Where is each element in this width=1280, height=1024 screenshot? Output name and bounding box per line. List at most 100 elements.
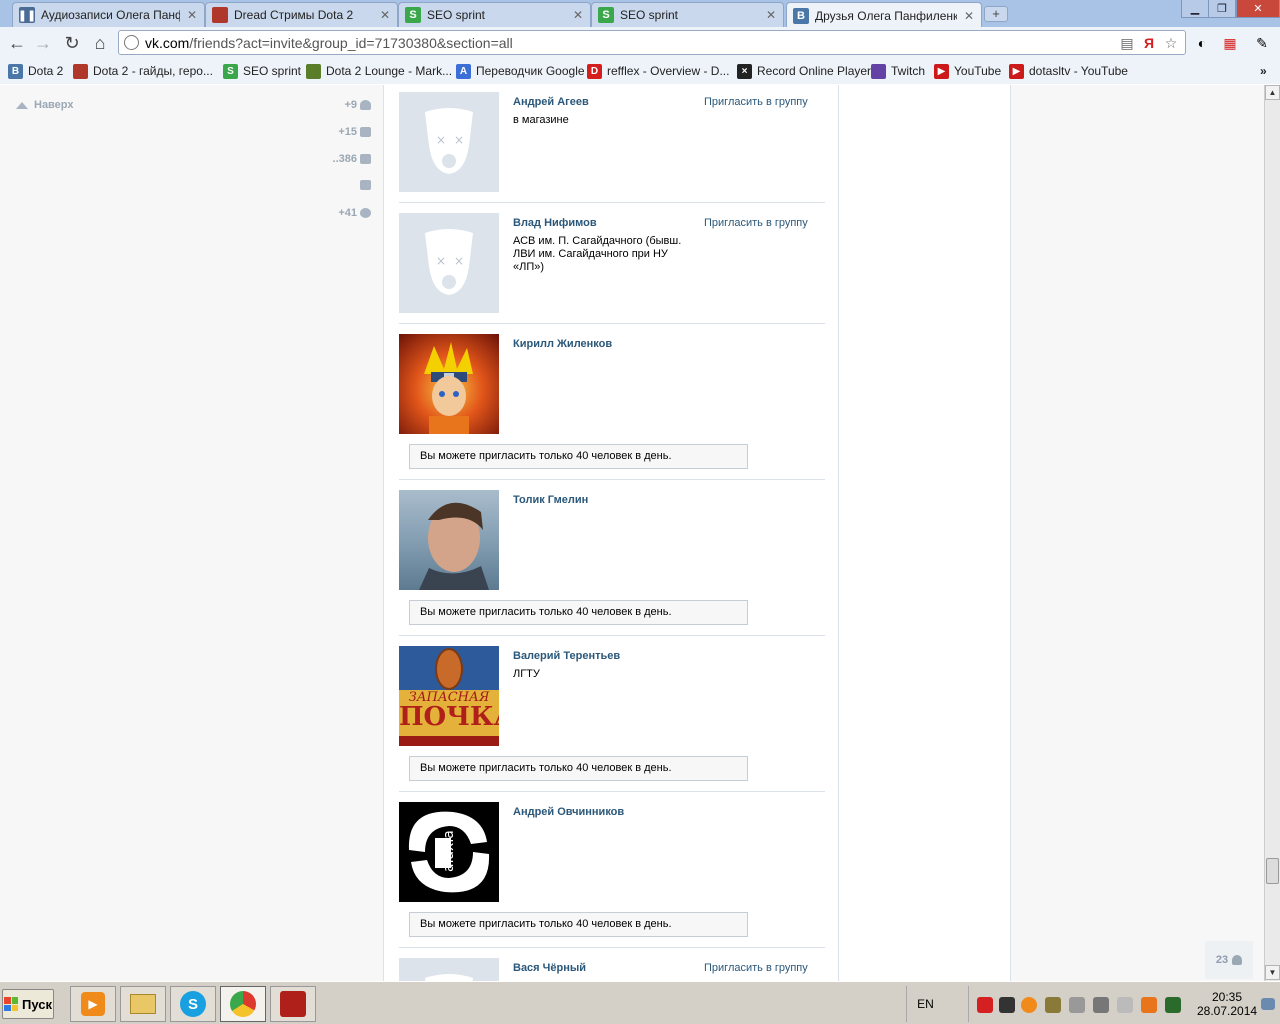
- invite-to-group-link[interactable]: Пригласить в группу: [704, 96, 808, 108]
- minimize-button[interactable]: ▁: [1181, 0, 1209, 18]
- flag-icon[interactable]: [1117, 997, 1133, 1013]
- tray-app-icon[interactable]: [1045, 997, 1061, 1013]
- bookmark-refflex[interactable]: D refflex - Overview - D...: [587, 62, 729, 80]
- clock[interactable]: 20:35 28.07.2014: [1197, 990, 1257, 1018]
- bookmark-twitch[interactable]: Twitch: [871, 62, 925, 80]
- steam-icon[interactable]: [999, 997, 1015, 1013]
- show-desktop-icon[interactable]: [1261, 998, 1275, 1010]
- seosprint-icon: S: [405, 7, 421, 23]
- bookmark-dota2[interactable]: B Dota 2: [8, 62, 63, 80]
- scroll-thumb[interactable]: [1266, 858, 1279, 884]
- origin-icon[interactable]: [1021, 997, 1037, 1013]
- reload-button[interactable]: ↻: [61, 32, 83, 54]
- avatar[interactable]: × ×: [399, 213, 499, 313]
- invite-to-group-link[interactable]: Пригласить в группу: [704, 962, 808, 974]
- taskbar-chrome[interactable]: [220, 986, 266, 1022]
- friend-name-link[interactable]: Кирилл Жиленков: [513, 338, 612, 350]
- profile-photo: [419, 502, 489, 590]
- friend-name-link[interactable]: Вася Чёрный: [513, 962, 586, 974]
- taskbar-skype[interactable]: S: [170, 986, 216, 1022]
- invite-to-group-link[interactable]: Пригласить в группу: [704, 217, 808, 229]
- friend-name-link[interactable]: Толик Гмелин: [513, 494, 588, 506]
- counter-comments[interactable]: [357, 180, 371, 190]
- tray-app-icon[interactable]: [977, 997, 993, 1013]
- close-icon[interactable]: ✕: [186, 8, 198, 22]
- tab-seo-sprint-1[interactable]: S SEO sprint ✕: [398, 2, 591, 27]
- window-close-button[interactable]: ✕: [1236, 0, 1280, 18]
- counter-messages[interactable]: +15: [338, 126, 371, 138]
- kidney-icon: [435, 648, 463, 690]
- bookmark-record-online[interactable]: × Record Online Player: [737, 62, 871, 80]
- vk-icon: B: [8, 63, 23, 79]
- bookmark-youtube[interactable]: ▶ YouTube: [934, 62, 1001, 80]
- start-button[interactable]: Пуск: [2, 989, 54, 1019]
- scroll-up-button[interactable]: ▲: [1265, 85, 1280, 100]
- tab-dread-streams[interactable]: Dread Стримы Dota 2 ✕: [205, 2, 398, 27]
- extension-icon[interactable]: ◐: [1192, 33, 1212, 53]
- online-friends-badge[interactable]: 23: [1205, 941, 1253, 979]
- tab-seo-sprint-2[interactable]: S SEO sprint ✕: [591, 2, 784, 27]
- back-button[interactable]: ←: [6, 32, 28, 54]
- pause-icon: ❚❚: [18, 7, 36, 23]
- star-icon[interactable]: ☆: [1163, 35, 1179, 51]
- avatar[interactable]: alaxia: [399, 802, 499, 902]
- back-to-top-link[interactable]: Наверх: [16, 99, 74, 111]
- volume-icon[interactable]: [1069, 997, 1085, 1013]
- taskbar-media-player[interactable]: ▶: [70, 986, 116, 1022]
- home-button[interactable]: ⌂: [89, 32, 111, 54]
- bookmark-dotasltv[interactable]: ▶ dotasltv - YouTube: [1009, 62, 1128, 80]
- gear-icon: [360, 208, 371, 218]
- counter-friends[interactable]: ..386: [333, 153, 371, 165]
- yandex-icon[interactable]: Я: [1141, 35, 1157, 51]
- close-icon[interactable]: ✕: [963, 9, 975, 23]
- bookmark-label: YouTube: [954, 64, 1002, 78]
- extension-icon[interactable]: ▦: [1220, 33, 1240, 53]
- avatar[interactable]: [399, 958, 499, 981]
- new-tab-button[interactable]: +: [984, 6, 1008, 22]
- bookmark-label: Dota 2 Lounge - Mark...: [326, 64, 453, 78]
- friends-invite-list: × × Андрей Агеев в магазине Пригласить в…: [383, 85, 839, 981]
- maximize-button[interactable]: ❐: [1208, 0, 1236, 18]
- page-info-icon[interactable]: [124, 35, 139, 50]
- taskbar-explorer[interactable]: [120, 986, 166, 1022]
- record-icon: ×: [737, 63, 752, 79]
- address-bar[interactable]: vk.com/friends?act=invite&group_id=71730…: [118, 30, 1186, 55]
- forward-button[interactable]: →: [32, 32, 54, 54]
- friend-name-link[interactable]: Андрей Агеев: [513, 96, 589, 108]
- tab-audio[interactable]: ❚❚ Аудиозаписи Олега Панфиле ✕: [12, 2, 205, 27]
- language-indicator[interactable]: EN: [906, 986, 944, 1022]
- close-icon[interactable]: ✕: [379, 8, 391, 22]
- friend-name-link[interactable]: Влад Нифимов: [513, 217, 597, 229]
- network-icon[interactable]: [1093, 997, 1109, 1013]
- list-item: Вася Чёрный Пригласить в группу: [399, 958, 825, 981]
- avatar[interactable]: Запасная Почка: [399, 646, 499, 746]
- friend-name-link[interactable]: Андрей Овчинников: [513, 806, 624, 818]
- tab-vk-friends[interactable]: B Друзья Олега Панфиленко | ✕: [786, 2, 982, 28]
- wrench-icon[interactable]: ✎: [1252, 33, 1272, 53]
- scroll-down-button[interactable]: ▼: [1265, 965, 1280, 980]
- bookmark-seo-sprint[interactable]: S SEO sprint: [223, 62, 301, 80]
- bookmark-dota2-lounge[interactable]: Dota 2 Lounge - Mark...: [306, 62, 452, 80]
- avatar[interactable]: [399, 334, 499, 434]
- tray-app-icon[interactable]: [1141, 997, 1157, 1013]
- close-icon[interactable]: ✕: [572, 8, 584, 22]
- translate-icon: A: [456, 63, 471, 79]
- friend-name-link[interactable]: Валерий Терентьев: [513, 650, 620, 662]
- page-action-icon[interactable]: ▤: [1119, 35, 1135, 51]
- tray-app-icon[interactable]: [1165, 997, 1181, 1013]
- system-tray: 20:35 28.07.2014: [968, 986, 1280, 1022]
- avatar[interactable]: [399, 490, 499, 590]
- bookmark-label: refflex - Overview - D...: [607, 64, 730, 78]
- taskbar-dota2[interactable]: [270, 986, 316, 1022]
- bookmark-dota2-guides[interactable]: Dota 2 - гайды, геро...: [73, 62, 213, 80]
- bookmarks-overflow-button[interactable]: »: [1260, 62, 1267, 80]
- close-icon[interactable]: ✕: [765, 8, 777, 22]
- user-icon: [1232, 955, 1243, 965]
- bookmark-label: Dota 2: [28, 64, 64, 78]
- counter-settings[interactable]: +41: [338, 207, 371, 219]
- youtube-icon: ▶: [1009, 63, 1024, 79]
- counter-friend-requests[interactable]: +9: [344, 99, 371, 111]
- avatar[interactable]: × ×: [399, 92, 499, 192]
- bookmark-google-translate[interactable]: A Переводчик Google: [456, 62, 585, 80]
- page-scrollbar[interactable]: ▲ ▼: [1264, 85, 1280, 981]
